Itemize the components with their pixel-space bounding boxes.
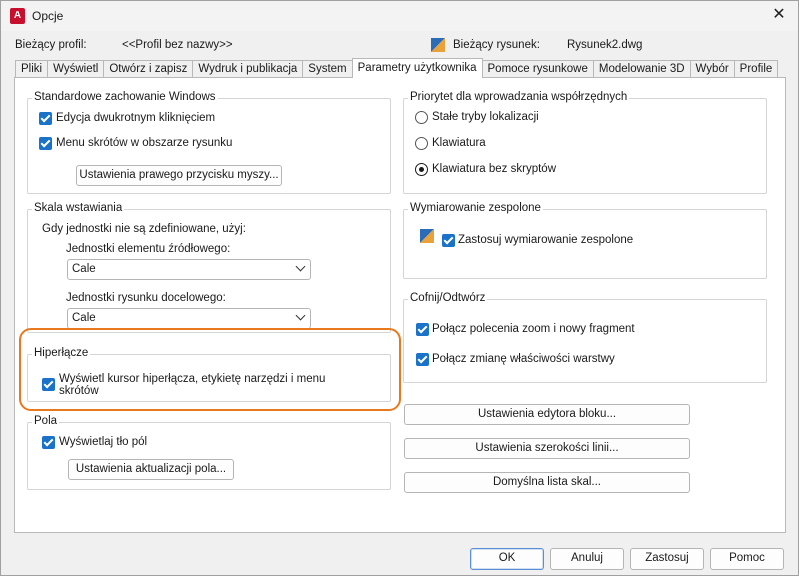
lineweight-settings-button[interactable]: Ustawienia szerokości linii... [404, 438, 690, 459]
combine-layer-checkbox[interactable] [416, 353, 429, 366]
insertion-scale-group: Skala wstawiania Gdy jednostki nie są zd… [27, 202, 391, 333]
associative-dimension-icon [420, 229, 434, 243]
undo-redo-title: Cofnij/Odtwórz [408, 292, 488, 304]
autocad-app-icon: A [10, 8, 25, 24]
target-units-label: Jednostki rysunku docelowego: [66, 292, 226, 304]
tab-drafting[interactable]: Pomoce rysunkowe [481, 60, 594, 78]
tab-strip: Pliki Wyświetl Otwórz i zapisz Wydruk i … [15, 58, 779, 78]
tab-open-save[interactable]: Otwórz i zapisz [103, 60, 194, 78]
window-title: Opcje [32, 9, 64, 23]
field-background-label: Wyświetlaj tło pól [59, 436, 148, 448]
fields-title: Pola [32, 415, 60, 427]
undo-redo-group: Cofnij/Odtwórz Połącz polecenia zoom i n… [403, 292, 767, 383]
source-units-select[interactable]: Cale [67, 259, 311, 280]
fields-group: Pola Wyświetlaj tło pól Ustawienia aktua… [27, 415, 391, 490]
chevron-down-icon [295, 310, 306, 321]
combine-zoom-label: Połącz polecenia zoom i nowy fragment [432, 323, 635, 335]
associative-dimension-checkbox[interactable] [442, 234, 455, 247]
running-osnap-label: Stałe tryby lokalizacji [432, 111, 539, 123]
tab-user-preferences[interactable]: Parametry użytkownika [351, 58, 483, 78]
coordinate-priority-group: Priorytet dla wprowadzania współrzędnych… [403, 91, 767, 194]
field-update-settings-button[interactable]: Ustawienia aktualizacji pola... [68, 459, 234, 480]
tab-selection[interactable]: Wybór [689, 60, 735, 78]
double-click-edit-checkbox[interactable] [39, 112, 52, 125]
associative-dimension-title: Wymiarowanie zespolone [408, 202, 543, 214]
keyboard-radio[interactable] [415, 137, 428, 150]
tab-system[interactable]: System [302, 60, 353, 78]
drawing-file-icon [431, 38, 445, 52]
chevron-down-icon [295, 261, 306, 272]
shortcut-menus-label: Menu skrótów w obszarze rysunku [56, 137, 233, 149]
tab-profiles[interactable]: Profile [733, 60, 779, 78]
keyboard-no-scripts-label: Klawiatura bez skryptów [432, 163, 556, 175]
source-units-value: Cale [72, 263, 96, 275]
running-osnap-radio[interactable] [415, 111, 428, 124]
tab-files[interactable]: Pliki [15, 60, 49, 78]
field-background-checkbox[interactable] [42, 436, 55, 449]
associative-dimension-group: Wymiarowanie zespolone Zastosuj wymiarow… [403, 202, 767, 279]
windows-behavior-group: Standardowe zachowanie Windows Edycja dw… [27, 91, 391, 194]
current-drawing-label: Bieżący rysunek: [453, 39, 540, 51]
combine-zoom-checkbox[interactable] [416, 323, 429, 336]
user-preferences-panel: Standardowe zachowanie Windows Edycja dw… [14, 77, 786, 533]
keyboard-no-scripts-radio[interactable] [415, 163, 428, 176]
options-dialog: A Opcje ✕ Bieżący profil: <<Profil bez n… [0, 0, 799, 576]
default-scale-list-button[interactable]: Domyślna lista skal... [404, 472, 690, 493]
hyperlink-cursor-label: Wyświetl kursor hiperłącza, etykietę nar… [59, 373, 325, 397]
apply-button[interactable]: Zastosuj [630, 548, 704, 570]
title-bar: A Opcje ✕ [1, 1, 798, 31]
hyperlink-cursor-label-line2: skrótów [59, 385, 99, 397]
help-button[interactable]: Pomoc [710, 548, 784, 570]
hyperlink-group: Hiperłącze Wyświetl kursor hiperłącza, e… [27, 347, 391, 402]
target-units-value: Cale [72, 312, 96, 324]
block-editor-settings-button[interactable]: Ustawienia edytora bloku... [404, 404, 690, 425]
hyperlink-title: Hiperłącze [32, 347, 91, 359]
hyperlink-cursor-label-line1: Wyświetl kursor hiperłącza, etykietę nar… [59, 373, 326, 385]
associative-dimension-label: Zastosuj wymiarowanie zespolone [458, 234, 634, 246]
target-units-select[interactable]: Cale [67, 308, 311, 329]
ok-button[interactable]: OK [470, 548, 544, 570]
shortcut-menus-checkbox[interactable] [39, 137, 52, 150]
right-click-customization-button[interactable]: Ustawienia prawego przycisku myszy... [76, 165, 282, 186]
tab-display[interactable]: Wyświetl [47, 60, 105, 78]
combine-layer-label: Połącz zmianę właściwości warstwy [432, 353, 615, 365]
current-drawing-value: Rysunek2.dwg [567, 39, 643, 51]
insertion-scale-subtitle: Gdy jednostki nie są zdefiniowane, użyj: [42, 223, 246, 235]
windows-behavior-title: Standardowe zachowanie Windows [32, 91, 218, 103]
cancel-button[interactable]: Anuluj [550, 548, 624, 570]
current-profile-label: Bieżący profil: [15, 39, 87, 51]
source-units-label: Jednostki elementu źródłowego: [66, 243, 231, 255]
tab-plot-publish[interactable]: Wydruk i publikacja [192, 60, 304, 78]
insertion-scale-title: Skala wstawiania [32, 202, 125, 214]
close-icon[interactable]: ✕ [770, 6, 788, 24]
double-click-edit-label: Edycja dwukrotnym kliknięciem [56, 112, 216, 124]
keyboard-label: Klawiatura [432, 137, 486, 149]
coordinate-priority-title: Priorytet dla wprowadzania współrzędnych [408, 91, 630, 103]
hyperlink-cursor-checkbox[interactable] [42, 378, 55, 391]
current-profile-value: <<Profil bez nazwy>> [122, 39, 233, 51]
tab-3d-modeling[interactable]: Modelowanie 3D [592, 60, 691, 78]
